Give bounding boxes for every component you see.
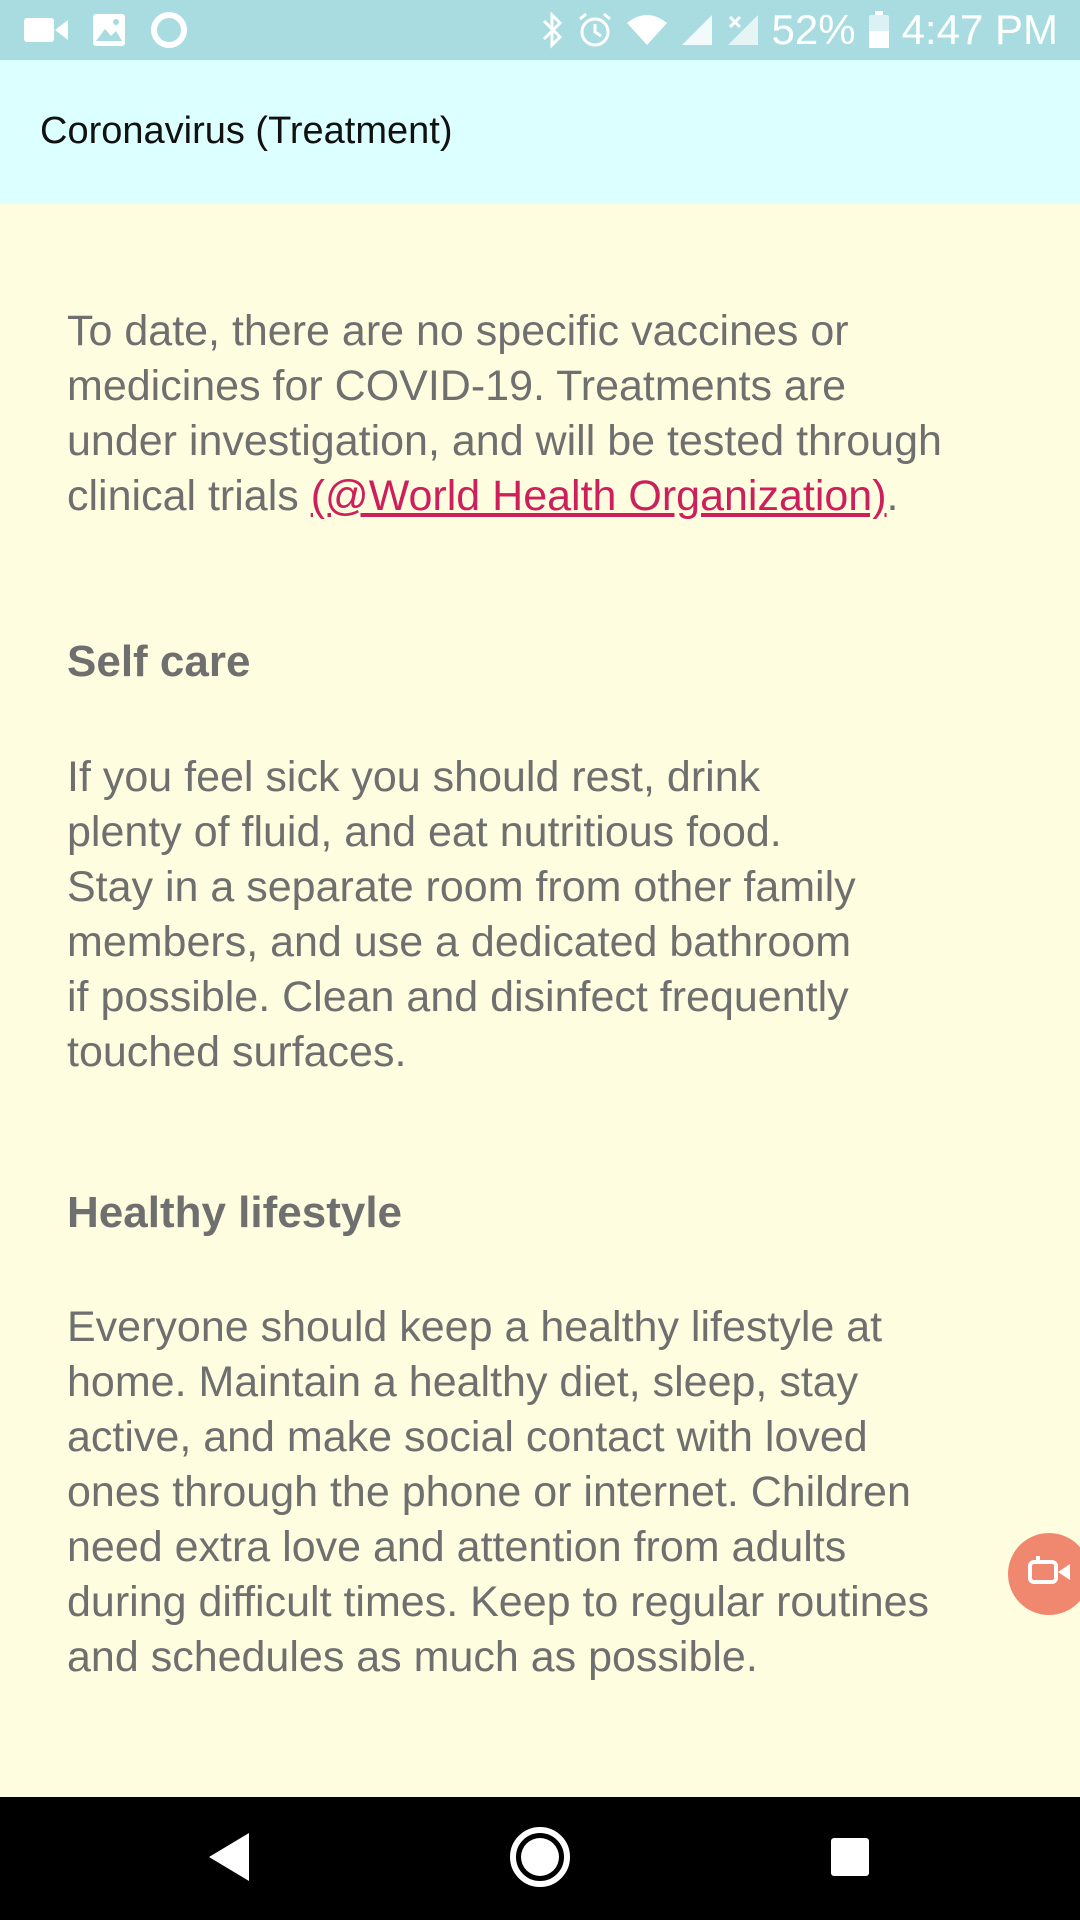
battery-percent: 52%: [771, 6, 856, 53]
page-title: Coronavirus (Treatment): [40, 110, 453, 152]
navigation-bar: [0, 1797, 1080, 1920]
status-bar-left: [24, 0, 188, 60]
recents-button[interactable]: [810, 1819, 890, 1899]
section-heading-healthy-lifestyle: Healthy lifestyle: [67, 1188, 403, 1237]
home-button[interactable]: [500, 1819, 580, 1899]
clock: 4:47 PM: [901, 6, 1058, 53]
recents-icon: [828, 1835, 872, 1884]
image-icon: [92, 13, 126, 47]
status-bar-right: 52% 4:47 PM: [540, 0, 1058, 60]
app-bar: Coronavirus (Treatment): [0, 60, 1080, 204]
battery-icon: [868, 11, 890, 49]
content-area[interactable]: To date, there are no specific vaccines …: [0, 204, 1080, 1796]
video-icon: [24, 15, 68, 45]
wifi-icon: [626, 13, 668, 47]
signal-x-icon: [726, 13, 760, 47]
back-button[interactable]: [190, 1819, 270, 1899]
circle-icon: [150, 11, 188, 49]
section-body-self-care: If you feel sick you should rest, drink …: [67, 753, 856, 1076]
signal-icon: [680, 13, 714, 47]
bluetooth-icon: [540, 11, 564, 49]
section-heading-self-care: Self care: [67, 637, 251, 686]
home-icon: [508, 1825, 572, 1894]
screen-record-icon: [1024, 1552, 1074, 1597]
alarm-icon: [576, 11, 614, 49]
intro-end: .: [886, 472, 899, 520]
screen-record-button[interactable]: [1008, 1533, 1080, 1615]
status-bar: 52% 4:47 PM: [0, 0, 1080, 60]
intro-paragraph: To date, there are no specific vaccines …: [67, 304, 1037, 524]
who-link[interactable]: (@World Health Organization): [311, 472, 887, 520]
back-icon: [205, 1829, 255, 1890]
section-body-healthy-lifestyle: Everyone should keep a healthy lifestyle…: [67, 1303, 930, 1681]
